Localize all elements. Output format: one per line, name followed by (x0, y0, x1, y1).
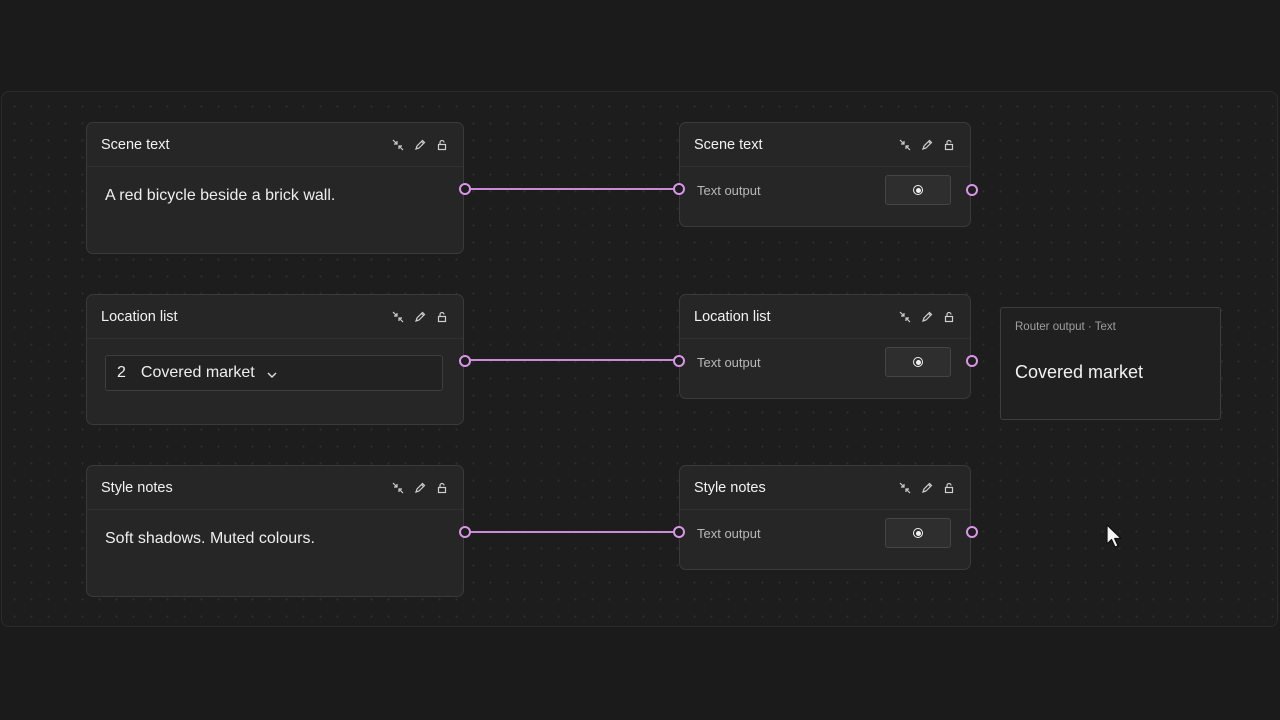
pencil-icon[interactable] (920, 138, 934, 152)
lock-icon[interactable] (942, 138, 956, 152)
pencil-icon[interactable] (920, 481, 934, 495)
lock-icon[interactable] (435, 310, 449, 324)
output-node-scene-text[interactable]: Scene text Text output (679, 122, 971, 227)
connection-wire (465, 359, 679, 361)
output-label: Text output (697, 182, 761, 198)
radio-dot-icon (913, 185, 923, 195)
node-header[interactable]: Location list (680, 295, 970, 339)
node-title: Style notes (101, 479, 173, 496)
output-toggle-button[interactable] (885, 175, 951, 205)
output-port[interactable] (459, 355, 471, 367)
radio-dot-icon (913, 357, 923, 367)
output-toggle-button[interactable] (885, 347, 951, 377)
collapse-icon[interactable] (898, 310, 912, 324)
node-title: Location list (101, 308, 178, 325)
output-label: Text output (697, 525, 761, 541)
pencil-icon[interactable] (413, 138, 427, 152)
lock-icon[interactable] (435, 481, 449, 495)
output-port[interactable] (459, 183, 471, 195)
select-value: Covered market (140, 364, 255, 381)
connection-wire (465, 188, 679, 190)
lock-icon[interactable] (435, 138, 449, 152)
node-title: Scene text (694, 136, 763, 153)
collapse-icon[interactable] (898, 481, 912, 495)
output-port[interactable] (966, 184, 978, 196)
input-port[interactable] (673, 355, 685, 367)
input-node-scene-text[interactable]: Scene text A red bicycle beside a brick … (86, 122, 464, 254)
node-title: Style notes (694, 479, 766, 496)
pencil-icon[interactable] (413, 481, 427, 495)
node-header[interactable]: Scene text (680, 123, 970, 167)
pencil-icon[interactable] (413, 310, 427, 324)
select-index: 2 (117, 364, 126, 381)
node-title: Scene text (101, 136, 170, 153)
output-node-location-list[interactable]: Location list Text output (679, 294, 971, 399)
lock-icon[interactable] (942, 310, 956, 324)
collapse-icon[interactable] (391, 310, 405, 324)
input-node-location-list[interactable]: Location list 2 Covered market (86, 294, 464, 425)
node-header[interactable]: Location list (87, 295, 463, 339)
node-text-content[interactable]: A red bicycle beside a brick wall. (105, 187, 335, 205)
output-toggle-button[interactable] (885, 518, 951, 548)
connection-wire (465, 531, 679, 533)
location-select[interactable]: 2 Covered market (105, 355, 443, 391)
radio-dot-icon (913, 528, 923, 538)
node-title: Location list (694, 308, 771, 325)
output-label: Text output (697, 354, 761, 370)
collapse-icon[interactable] (391, 138, 405, 152)
router-output-panel: Router output · Text Covered market (1000, 307, 1221, 420)
collapse-icon[interactable] (898, 138, 912, 152)
input-node-style-notes[interactable]: Style notes Soft shadows. Muted colours. (86, 465, 464, 597)
node-text-content[interactable]: Soft shadows. Muted colours. (105, 530, 315, 548)
router-value: Covered market (1015, 362, 1144, 382)
output-port[interactable] (966, 526, 978, 538)
collapse-icon[interactable] (391, 481, 405, 495)
input-port[interactable] (673, 526, 685, 538)
output-node-style-notes[interactable]: Style notes Text output (679, 465, 971, 570)
chevron-down-icon (267, 372, 277, 379)
mouse-cursor-icon (1106, 524, 1122, 548)
pencil-icon[interactable] (920, 310, 934, 324)
output-port[interactable] (459, 526, 471, 538)
input-port[interactable] (673, 183, 685, 195)
router-label: Router output · Text (1015, 321, 1116, 333)
output-port[interactable] (966, 355, 978, 367)
node-header[interactable]: Style notes (87, 466, 463, 510)
lock-icon[interactable] (942, 481, 956, 495)
node-header[interactable]: Style notes (680, 466, 970, 510)
node-header[interactable]: Scene text (87, 123, 463, 167)
